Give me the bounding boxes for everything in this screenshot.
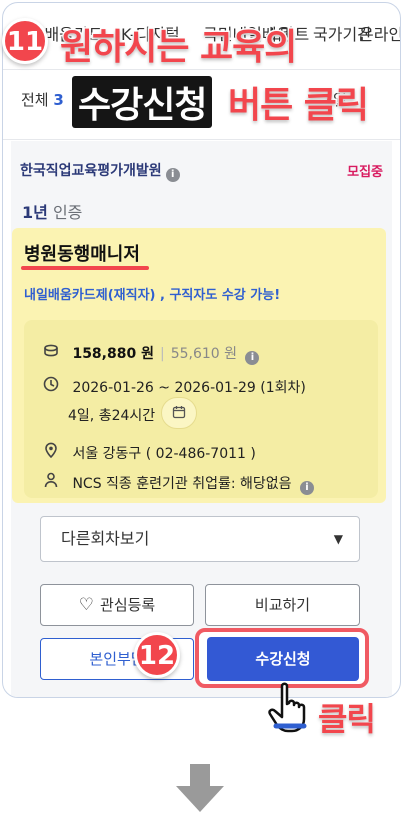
ncs-info-icon[interactable]: i (300, 481, 314, 495)
price-main: 158,880 원 (72, 346, 154, 362)
organization-name[interactable]: 한국직업교육평가개발원 i (20, 160, 180, 182)
location-row: 서울 강동구 ( 02-486-7011 ) (42, 442, 256, 463)
ncs-text: NCS 직종 훈련기관 취업률: 해당없음 (72, 476, 292, 492)
other-session-select[interactable]: 다른회차보기 ▼ (40, 516, 360, 562)
price-sub: 55,610 원 (170, 346, 238, 362)
cert-label: 인증 (52, 203, 83, 222)
title-underline (21, 266, 149, 270)
list-divider (3, 139, 400, 140)
result-count: 전체 3 (21, 89, 64, 110)
tab-6[interactable]: 온라인 (359, 21, 400, 45)
clock-icon (42, 376, 60, 396)
calendar-icon (172, 405, 186, 421)
date-row: 2026-01-26 ~ 2026-01-29 (1회차) (42, 376, 306, 397)
date-range: 2026-01-26 ~ 2026-01-29 (1회차) (72, 380, 306, 396)
info-icon[interactable]: i (165, 168, 180, 182)
step-badge-11: 11 (2, 18, 48, 64)
interest-button[interactable]: ♡ 관심등록 (40, 584, 194, 626)
filter-prefix: 전체 (21, 91, 49, 109)
cert-years: 1년 (22, 203, 48, 222)
price-row: 158,880 원 | 55,610 원 i (42, 343, 260, 365)
calendar-button[interactable] (161, 397, 197, 429)
organization-label: 한국직업교육평가개발원 (20, 163, 162, 179)
hand-pointer-icon (268, 682, 307, 733)
location-pin-icon (42, 442, 60, 462)
arrow-down-icon (176, 764, 224, 812)
select-label: 다른회차보기 (61, 529, 150, 548)
step-badge-12: 12 (134, 632, 180, 678)
chevron-down-icon: ▼ (333, 532, 343, 546)
heart-icon: ♡ (78, 595, 95, 615)
ncs-row: NCS 직종 훈련기관 취업률: 해당없음 i (42, 472, 314, 495)
price-separator: | (159, 346, 165, 362)
interest-label: 관심등록 (100, 596, 156, 614)
compare-button[interactable]: 비교하기 (205, 584, 360, 626)
status-badge: 모집중 (347, 165, 383, 180)
person-icon (42, 472, 60, 492)
course-title[interactable]: 병원동행매니저 (24, 240, 140, 266)
course-subtitle: 내일배움카드제(재직자) , 구직자도 수강 가능! (24, 288, 281, 303)
filter-count: 3 (53, 91, 64, 109)
certification: 1년 인증 (22, 199, 82, 223)
coin-icon (42, 344, 60, 362)
duration: 4일, 총24시간 (68, 408, 156, 424)
price-info-icon[interactable]: i (245, 351, 260, 365)
caption-apply: 수강신청 (72, 76, 213, 128)
caption-line-1: 원하시는 교육의 (58, 26, 298, 70)
location-text: 서울 강동구 ( 02-486-7011 ) (72, 446, 256, 462)
caption-button-click: 버튼 클릭 (226, 84, 370, 128)
click-label: 클릭 (317, 699, 378, 740)
apply-button[interactable]: 수강신청 (207, 637, 359, 681)
